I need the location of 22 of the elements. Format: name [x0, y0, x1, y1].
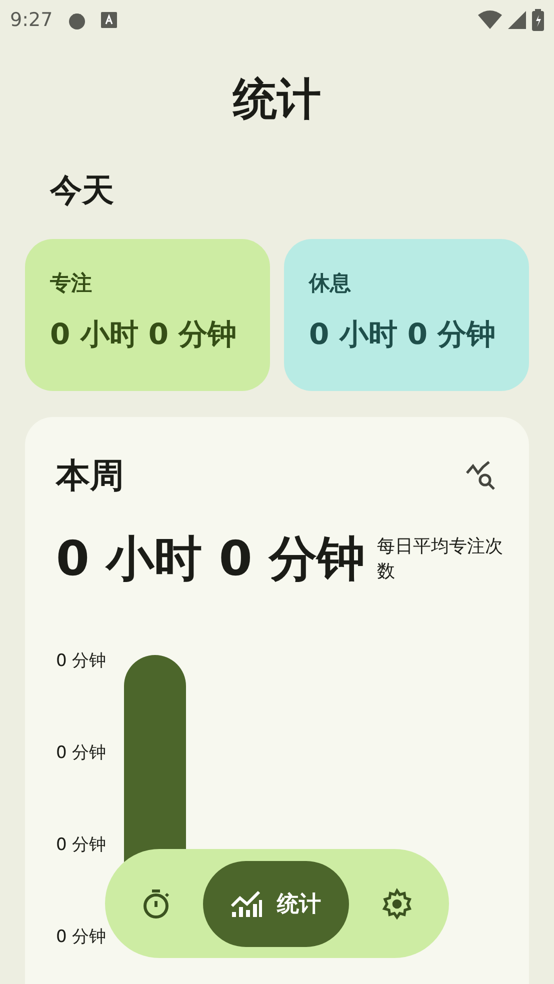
week-heading: 本周 — [56, 455, 124, 498]
stopwatch-icon — [141, 888, 171, 920]
week-total: 0 小时 0 分钟 — [56, 530, 365, 589]
section-heading: 今天 — [50, 170, 115, 211]
settings-icon — [381, 888, 413, 920]
axis-label: 0 分钟 — [56, 834, 106, 856]
wifi-icon — [478, 10, 502, 30]
axis-label: 0 分钟 — [56, 742, 106, 764]
axis-label: 0 分钟 — [56, 926, 106, 948]
keyboard-icon — [100, 12, 117, 28]
card-value: 0 小时 0 分钟 — [50, 316, 238, 353]
status-time: 9:27 — [10, 9, 53, 31]
card-label: 专注 — [50, 270, 93, 297]
signal-icon — [508, 11, 526, 29]
axis-label: 0 分钟 — [56, 650, 106, 672]
page-title: 统计 — [232, 73, 322, 127]
nav-tab[interactable]: 统计 — [203, 860, 349, 946]
average-caption: 每日平均专注次数 — [376, 534, 504, 584]
card-value: 0 小时 0 分钟 — [309, 316, 497, 353]
chart-icon — [231, 890, 263, 918]
card-label: 休息 — [309, 270, 352, 297]
battery-icon — [532, 9, 544, 31]
